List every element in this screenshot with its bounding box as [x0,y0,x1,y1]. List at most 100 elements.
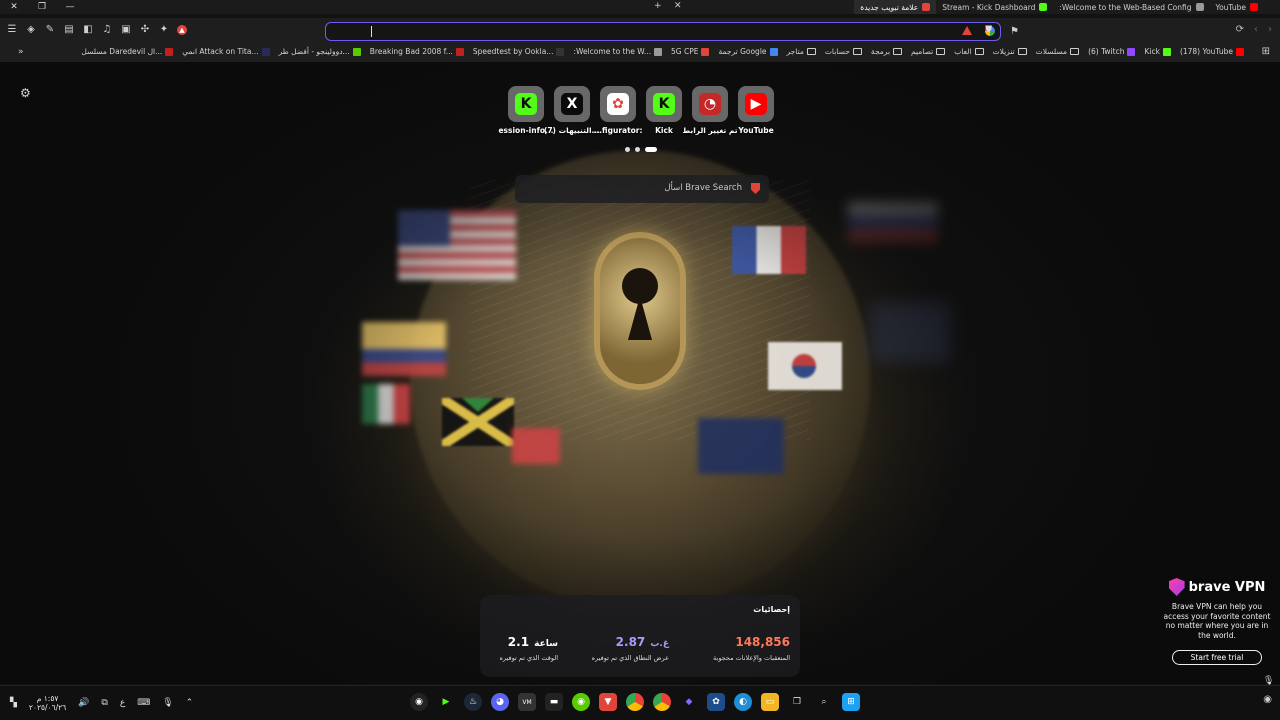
top-site-tile[interactable]: ▶ YouTube [733,86,779,138]
sidebar-icon[interactable]: ◧ [82,24,94,36]
brave-lion-icon [751,183,760,194]
bookmark-favicon-icon [261,47,270,56]
bookmark-icon[interactable]: ⚑ [1010,26,1019,37]
leo-icon[interactable]: ✦ [158,24,170,36]
bookmarks-overflow-chevron-icon[interactable]: » [18,47,24,57]
tab[interactable]: علامة تبويب جديدة [854,0,937,14]
text-caret [371,26,372,37]
monitor-app-icon[interactable]: ▬ [545,693,563,711]
brave-shields-icon[interactable]: ⛊ [985,25,992,35]
address-bar[interactable]: ⛊ [325,22,1001,41]
bookmark-label: حسابات [824,47,850,56]
chrome-alt-icon[interactable] [653,693,671,711]
new-tab-button[interactable]: + [648,1,668,11]
top-site-tile[interactable]: ◔ تم تغيير الرابط [682,86,738,138]
bookmark-favicon-icon [556,47,565,56]
bookmark-item[interactable]: ترجمة Google [718,47,778,56]
brave-rewards-triangle-icon[interactable] [962,26,972,35]
bookmark-item[interactable]: :Welcome to the W... [573,47,662,56]
mic-tray-icon[interactable]: 🎙 [162,698,173,708]
brave-search-box[interactable]: اسأل Brave Search [515,175,769,203]
steam-icon[interactable]: ♨ [464,693,482,711]
top-site-icon-frame: ▶ [738,86,774,122]
discord-icon[interactable]: ◕ [491,693,509,711]
bookmark-label: (6) Twitch [1088,47,1125,56]
settings-gear-icon[interactable]: ⚙ [20,86,31,100]
bookmark-label: 5G CPE [671,47,699,56]
app-photos-icon[interactable]: ✿ [707,693,725,711]
reload-icon[interactable]: ⟳ [1236,24,1244,35]
tab-strip: ✕ ❐ — + ✕ YouTube:Welcome to the Web-Bas… [0,0,1280,14]
tab[interactable]: :Welcome to the Web-Based Config [1053,0,1209,14]
search-icon[interactable]: ⌕ [815,693,833,711]
bookmark-item[interactable]: Kick [1144,47,1171,56]
extensions-icon[interactable]: ✣ [139,24,151,36]
bookmark-folder[interactable]: تنزيلات [993,47,1027,56]
page-dot-active[interactable] [645,147,657,152]
clock[interactable]: ١:٥٧ م ٢٠٢٥/٠٦/٢٦ [29,694,66,712]
bookmark-folder[interactable]: مسلسلات [1036,47,1080,56]
network-icon[interactable]: ⧉ [101,698,107,708]
bookmark-item[interactable]: Speedtest by Ookla... [473,47,565,56]
bookmark-folder[interactable]: متاجر [787,47,816,56]
obs-icon[interactable]: ◉ [410,693,428,711]
close-window-button[interactable]: ✕ [0,0,28,14]
page-dot[interactable] [635,147,640,152]
file-explorer-icon[interactable]: ▭ [761,693,779,711]
top-site-tile[interactable]: ✿ ...figurator: [594,86,643,138]
tray-overflow-chevron-icon[interactable]: ⌃ [186,698,194,708]
restore-window-button[interactable]: ❐ [28,0,56,14]
tab[interactable]: Stream - Kick Dashboard [936,0,1053,14]
top-site-tile[interactable]: X (7) التنبيهات... [544,86,600,138]
brave-rewards-icon[interactable]: ▲ [177,25,187,35]
music-icon[interactable]: ♫ [101,24,113,36]
bookmark-label: تصاميم [911,47,934,56]
menu-icon[interactable]: ☰ [6,24,18,36]
back-icon[interactable]: ‹ [1254,24,1258,35]
streamlabs-icon[interactable]: ▶ [437,693,455,711]
top-sites-pagination [625,147,657,152]
pin-icon[interactable]: ✎ [44,24,56,36]
bookmark-folder[interactable]: العاب [954,47,984,56]
stat-value: 2.87 [615,635,646,649]
bookmark-item[interactable]: Breaking Bad 2008 f... [370,47,464,56]
bookmark-favicon-icon [1127,47,1136,56]
duolingo-icon[interactable]: ◉ [572,693,590,711]
brave-icon[interactable]: ▼ [599,693,617,711]
top-site-icon-frame: X [554,86,590,122]
bookmark-item[interactable]: مسلسل Daredevil ال... [81,47,174,56]
stat-value: 2.1 [507,635,530,649]
screenshot-icon[interactable]: ▣ [120,24,132,36]
start-free-trial-button[interactable]: Start free trial [1172,650,1262,665]
top-site-tile[interactable]: K Kick [641,86,687,138]
close-tab-button[interactable]: ✕ [668,1,688,11]
apps-grid-icon[interactable]: ⊞ [1262,46,1270,57]
tab[interactable]: YouTube [1210,0,1265,14]
page-dot[interactable] [625,147,630,152]
app-diamond-icon[interactable]: ◆ [680,693,698,711]
keyboard-icon[interactable]: ⌨ [137,698,150,708]
minimize-window-button[interactable]: — [56,0,84,14]
language-indicator[interactable]: ع [120,698,125,708]
voicemeeter-icon[interactable]: VM [518,693,536,711]
top-site-tile[interactable]: Kession-info... [498,86,554,138]
bookmark-item[interactable]: دوولينجو - أفضل طر... [279,47,361,56]
bookmark-item[interactable]: 5G CPE [671,47,710,56]
edge-icon[interactable]: ◐ [734,693,752,711]
notifications-icon[interactable]: ▚ [10,698,17,708]
reading-list-icon[interactable]: ▤ [63,24,75,36]
task-view-icon[interactable]: ❐ [788,693,806,711]
chrome-icon[interactable] [626,693,644,711]
forward-icon[interactable]: › [1268,24,1272,35]
stat-caption: المتعقبات والإعلانات محجوبة [713,654,790,662]
windows-start-icon[interactable]: ⊞ [842,693,860,711]
bookmark-item[interactable]: انمي Attack on Tita... [182,47,270,56]
bookmark-folder[interactable]: تصاميم [911,47,946,56]
show-desktop-icon[interactable]: ◉ [1263,694,1272,705]
bookmark-item[interactable]: (178) YouTube [1180,47,1244,56]
bookmark-folder[interactable]: برمجة [871,47,903,56]
bookmark-item[interactable]: (6) Twitch [1088,47,1136,56]
wallet-icon[interactable]: ◈ [25,24,37,36]
bookmark-folder[interactable]: حسابات [825,47,862,56]
volume-icon[interactable]: 🔊 [78,698,89,708]
